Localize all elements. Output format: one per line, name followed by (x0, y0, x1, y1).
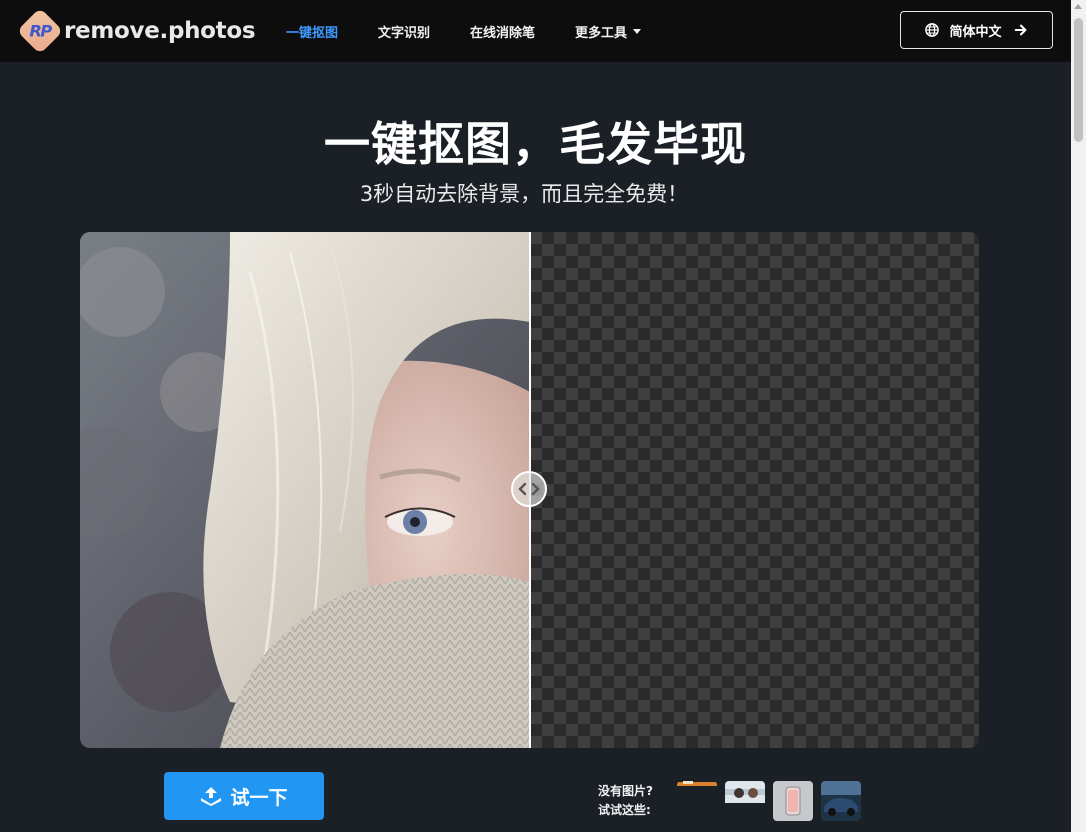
scrollbar-thumb[interactable] (1074, 18, 1083, 142)
logo-badge-icon: RP (16, 7, 64, 55)
nav-link-label: 一键抠图 (286, 25, 339, 41)
sample-prompt-line1: 没有图片? (598, 784, 653, 798)
sample-image-4[interactable] (821, 781, 861, 821)
try-it-button[interactable]: 试一下 (164, 772, 324, 820)
hero-title: 一键抠图，毛发毕现 (324, 117, 747, 171)
nav-link-ocr[interactable]: 文字识别 (378, 22, 430, 41)
upload-icon (201, 787, 222, 806)
try-it-label: 试一下 (230, 786, 288, 809)
globe-icon (925, 23, 940, 37)
language-label: 简体中文 (949, 24, 1002, 40)
scroll-up-arrow-icon[interactable] (1074, 4, 1082, 9)
logo-text: remove.photos (64, 18, 256, 44)
transparent-result (530, 232, 979, 748)
caret-down-icon (633, 28, 642, 34)
chevrons-left-right-icon (518, 482, 540, 496)
sample-image-3[interactable] (773, 781, 813, 821)
language-button[interactable]: 简体中文 (900, 11, 1053, 49)
nav-link-label: 更多工具 (575, 25, 628, 41)
sample-image-1[interactable] (677, 781, 717, 821)
sample-prompt: 没有图片? 试试这些: (598, 782, 653, 820)
original-photo (80, 232, 530, 748)
nav-link-eraser[interactable]: 在线消除笔 (470, 22, 535, 41)
nav-links: 一键抠图 文字识别 在线消除笔 更多工具 (286, 0, 681, 62)
nav-link-remove-bg[interactable]: 一键抠图 (286, 22, 338, 41)
before-after-slider[interactable] (80, 232, 979, 748)
hero-subtitle: 3秒自动去除背景，而且完全免费！ (359, 182, 689, 206)
sample-prompt-line2: 试试这些: (598, 803, 651, 817)
arrow-right-icon (1014, 24, 1026, 36)
nav-link-label: 文字识别 (378, 25, 431, 41)
top-navbar: RP remove.photos 一键抠图 文字识别 在线消除笔 更多工具 简体… (0, 0, 1071, 62)
nav-link-more-tools[interactable]: 更多工具 (575, 22, 642, 41)
logo-mark: RP (29, 21, 51, 41)
sample-image-2[interactable] (725, 781, 765, 821)
site-logo[interactable]: RP remove.photos (16, 7, 256, 55)
nav-link-label: 在线消除笔 (470, 25, 536, 41)
slider-handle[interactable] (511, 471, 547, 507)
